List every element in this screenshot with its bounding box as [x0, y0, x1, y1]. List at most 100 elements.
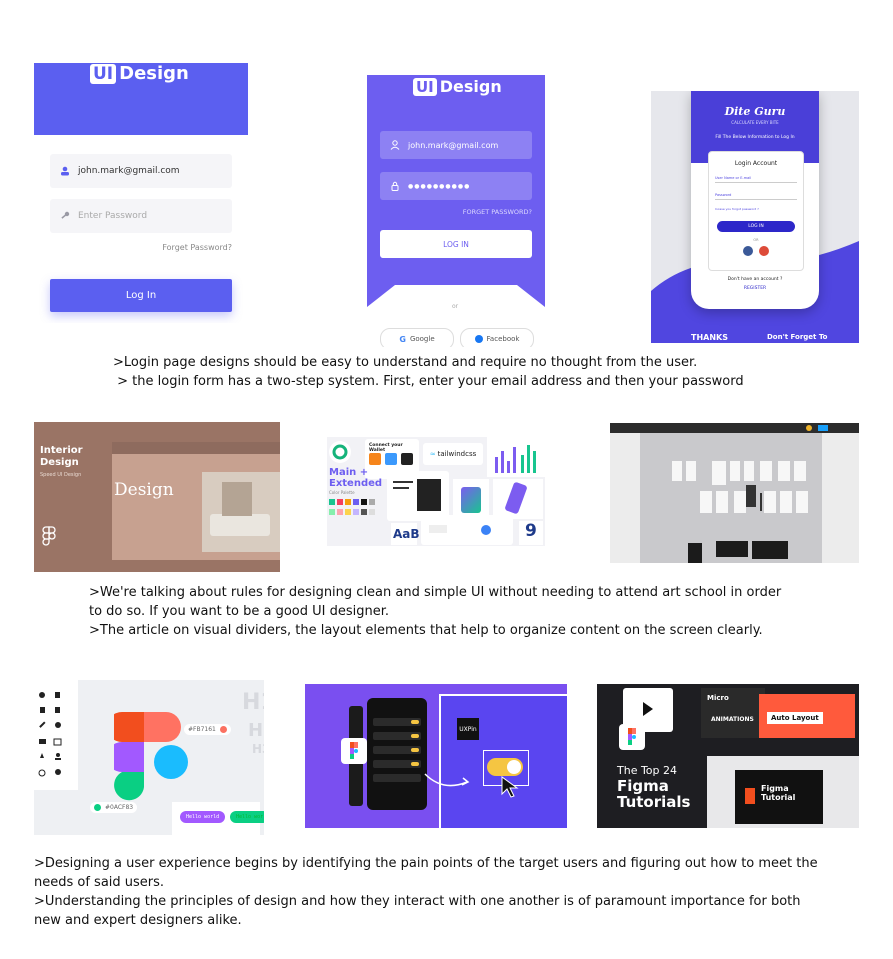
- facebook-login-button[interactable]: Facebook: [460, 328, 534, 347]
- chart-card: [487, 437, 545, 477]
- facebook-icon: [474, 335, 483, 343]
- wallet-icon-1: [369, 453, 381, 465]
- logo-badge: [329, 441, 351, 463]
- tailwind-icon: ≈: [429, 450, 436, 458]
- email-value: john.mark@gmail.com: [78, 166, 180, 176]
- number-sample: 9: [525, 521, 537, 541]
- no-account-text: Don't have an account ?: [727, 277, 783, 282]
- ui-kit-collage: Connect your Wallet ≈ tailwindcss Main +…: [327, 437, 545, 546]
- curved-arrow-icon: [424, 773, 470, 787]
- tutorials-label: Tutorials: [617, 793, 691, 811]
- palette-title: Main + Extended: [329, 467, 383, 489]
- password-field[interactable]: Enter Password: [50, 199, 232, 233]
- heading-h2-sample: H2: [248, 720, 264, 741]
- bar-chart-graphic: [495, 445, 536, 473]
- login-mockup-white: UI Design john.mark@gmail.com Enter Pass…: [34, 63, 248, 323]
- swatch-grid: [329, 499, 375, 515]
- toggle-switch[interactable]: [487, 758, 523, 776]
- card-title: Login Account: [734, 160, 778, 167]
- micro-label: Micro: [707, 694, 729, 702]
- share-button[interactable]: [818, 425, 828, 431]
- password-field[interactable]: Password: [715, 193, 797, 200]
- google-plus-icon[interactable]: [759, 246, 769, 256]
- pill-button-green[interactable]: Hello wor: [230, 811, 264, 823]
- pill-button-purple[interactable]: Hello world: [180, 811, 226, 823]
- login-button[interactable]: LOG IN: [380, 230, 532, 258]
- crypto-graphic: [461, 487, 481, 513]
- uxpin-canvas: UXPin: [439, 694, 567, 828]
- sofa-shape: [210, 514, 270, 536]
- logo-word: Design: [439, 77, 502, 96]
- wallet-title: Connect your Wallet: [369, 443, 403, 453]
- phone-settings: [367, 698, 427, 810]
- dark-artboard-row: [688, 541, 788, 563]
- brand-tagline: CALCULATE EVERY BITE: [731, 120, 779, 125]
- typography-card: AaB: [391, 523, 420, 545]
- color-chip-green: #0ACF83: [90, 802, 138, 813]
- google-login-button[interactable]: G Google: [380, 328, 454, 347]
- form-toggle: [481, 525, 491, 535]
- dark-artboards: [688, 541, 804, 563]
- color-dot-red: [219, 726, 227, 733]
- email-field[interactable]: john.mark@gmail.com: [380, 131, 532, 159]
- email-value: john.mark@gmail.com: [408, 140, 499, 150]
- tailwind-label: tailwindcss: [437, 450, 477, 458]
- password-field[interactable]: ●●●●●●●●●●: [380, 172, 532, 200]
- editor-window: Figma Tutorial: [707, 756, 859, 828]
- tutorial-thumb: Figma Tutorial: [735, 770, 823, 824]
- wallet-icon-2: [385, 453, 397, 465]
- caption-row2: >We're talking about rules for designing…: [89, 585, 782, 638]
- phone-graphic: [504, 481, 528, 515]
- username-field[interactable]: User Name or E-mail: [715, 176, 797, 183]
- login-card: Login Account User Name or E-mail Passwo…: [708, 151, 804, 271]
- micro-animations-card: Micro ANIMATIONS: [701, 688, 765, 738]
- play-icon[interactable]: [643, 702, 653, 716]
- wall-frame: [222, 482, 252, 516]
- forgot-password-link[interactable]: Forget Password?: [162, 243, 232, 252]
- form-field: [429, 525, 447, 533]
- sofa-photo: [202, 472, 280, 552]
- number-card: 9: [519, 521, 543, 545]
- google-icon: G: [399, 334, 406, 344]
- email-field[interactable]: john.mark@gmail.com: [50, 154, 232, 188]
- register-link[interactable]: REGISTER: [691, 286, 819, 291]
- figma-icon: [628, 728, 636, 745]
- top24-label: The Top 24: [617, 764, 678, 777]
- properties-panel: [822, 433, 859, 563]
- facebook-icon[interactable]: [743, 246, 753, 256]
- thanks-text: THANKS: [691, 333, 728, 342]
- dite-guru-login-mockup: Dite Guru CALCULATE EVERY BITE Fill The …: [651, 91, 859, 343]
- phone-frame: Dite Guru CALCULATE EVERY BITE Fill The …: [691, 91, 819, 309]
- cursor-arrow-icon: [501, 776, 519, 798]
- thumb-figma-icon: [745, 788, 755, 804]
- user-icon: [390, 140, 400, 150]
- typography-sample: AaB: [393, 527, 420, 541]
- auto-layout-card: Auto Layout: [759, 694, 855, 738]
- nft-line-2: [393, 487, 409, 489]
- user-avatar: [806, 425, 812, 431]
- forgot-password-link[interactable]: FORGET PASSWORD?: [463, 208, 532, 216]
- password-placeholder: Enter Password: [78, 211, 148, 221]
- artboards: [672, 461, 820, 531]
- forgot-password-link[interactable]: Incase you forgot password ?: [715, 207, 759, 211]
- login-button[interactable]: LOG IN: [717, 221, 795, 232]
- caption-row1: >Login page designs should be easy to un…: [113, 355, 744, 389]
- color-chip-red: #FB7161: [184, 724, 231, 735]
- figma-logo-icon: [42, 526, 56, 546]
- figma-logo-tools-mockup: H1 H2 H3 #FB7161 #0ACF83 Hello world Hel…: [34, 680, 264, 835]
- color-dot-green: [94, 804, 101, 811]
- layers-panel: [610, 433, 640, 563]
- ui-design-logo: UI Design: [90, 63, 189, 84]
- wallet-icon-3: [401, 453, 413, 465]
- login-button[interactable]: Log In: [50, 279, 232, 312]
- ui-design-logo: UI Design: [413, 77, 502, 96]
- green-g-icon: [332, 444, 348, 460]
- form-card: [421, 515, 513, 545]
- editor-toolbar: [610, 423, 859, 433]
- or-divider: OR: [753, 238, 759, 242]
- brand-name: Dite Guru: [724, 105, 786, 118]
- logo-word: Design: [119, 63, 189, 84]
- dont-forget-text: Don't Forget To: [767, 333, 828, 341]
- logo-box: UI: [413, 77, 437, 96]
- tailwind-card: ≈ tailwindcss: [423, 443, 483, 465]
